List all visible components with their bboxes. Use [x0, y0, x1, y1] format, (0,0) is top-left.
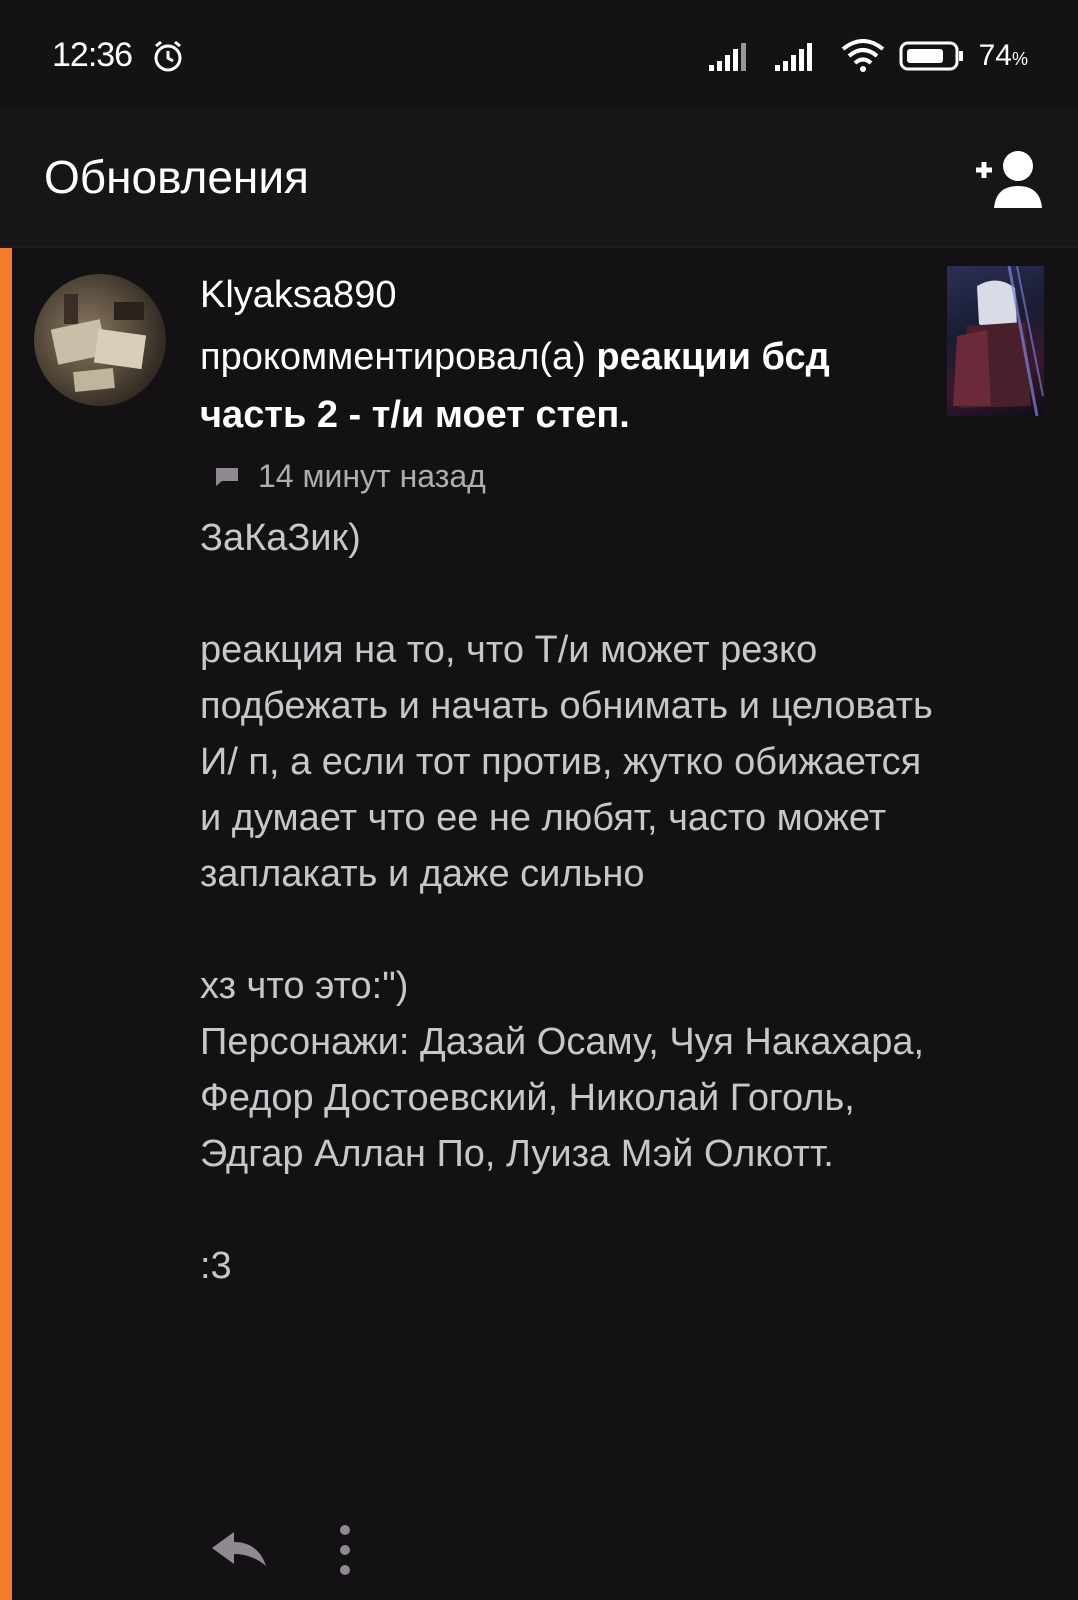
alarm-icon	[154, 40, 182, 72]
comment-paragraph: :3	[200, 1245, 232, 1287]
comment-meta: 14 минут назад	[216, 458, 486, 495]
status-indicators: 74%	[708, 38, 1028, 74]
comment-line: ЗаКаЗик)	[200, 517, 361, 559]
timestamp: 14 минут назад	[258, 458, 486, 494]
status-time: 12:36	[52, 36, 133, 74]
reply-icon[interactable]	[206, 1526, 272, 1574]
notification-text: прокомментировал(а) реакции бсд часть 2 …	[200, 328, 920, 444]
action-text: прокомментировал(а)	[200, 336, 586, 378]
avatar[interactable]	[34, 274, 166, 406]
cover-image	[953, 266, 1044, 416]
page-title: Обновления	[44, 151, 309, 203]
signal-icon-2	[774, 43, 812, 71]
add-user-icon[interactable]	[968, 136, 1048, 216]
comment-paragraph: хз что это:")	[200, 965, 409, 1007]
updates-feed: Klyaksa890 прокомментировал(а) реакции б…	[0, 248, 1078, 1600]
app-bar: Обновления	[0, 110, 1078, 248]
unread-indicator	[0, 248, 12, 1600]
wifi-icon	[841, 39, 884, 72]
signal-icon	[708, 43, 746, 71]
comment-paragraph: реакция на то, что Т/и может резко подбе…	[200, 629, 933, 895]
comment-paragraph: Персонажи: Дазай Осаму, Чуя Накахара, Фе…	[200, 1021, 925, 1175]
avatar-image	[50, 294, 147, 393]
battery-level: 74%	[978, 39, 1028, 72]
status-bar: 12:36 74%	[0, 0, 1078, 110]
story-cover[interactable]	[947, 266, 1044, 416]
more-options-icon[interactable]	[330, 1520, 360, 1580]
username[interactable]: Klyaksa890	[200, 274, 396, 317]
battery-icon	[899, 41, 963, 71]
comment-body: ЗаКаЗик) реакция на то, что Т/и может ре…	[200, 510, 940, 1294]
comment-icon	[216, 467, 238, 486]
